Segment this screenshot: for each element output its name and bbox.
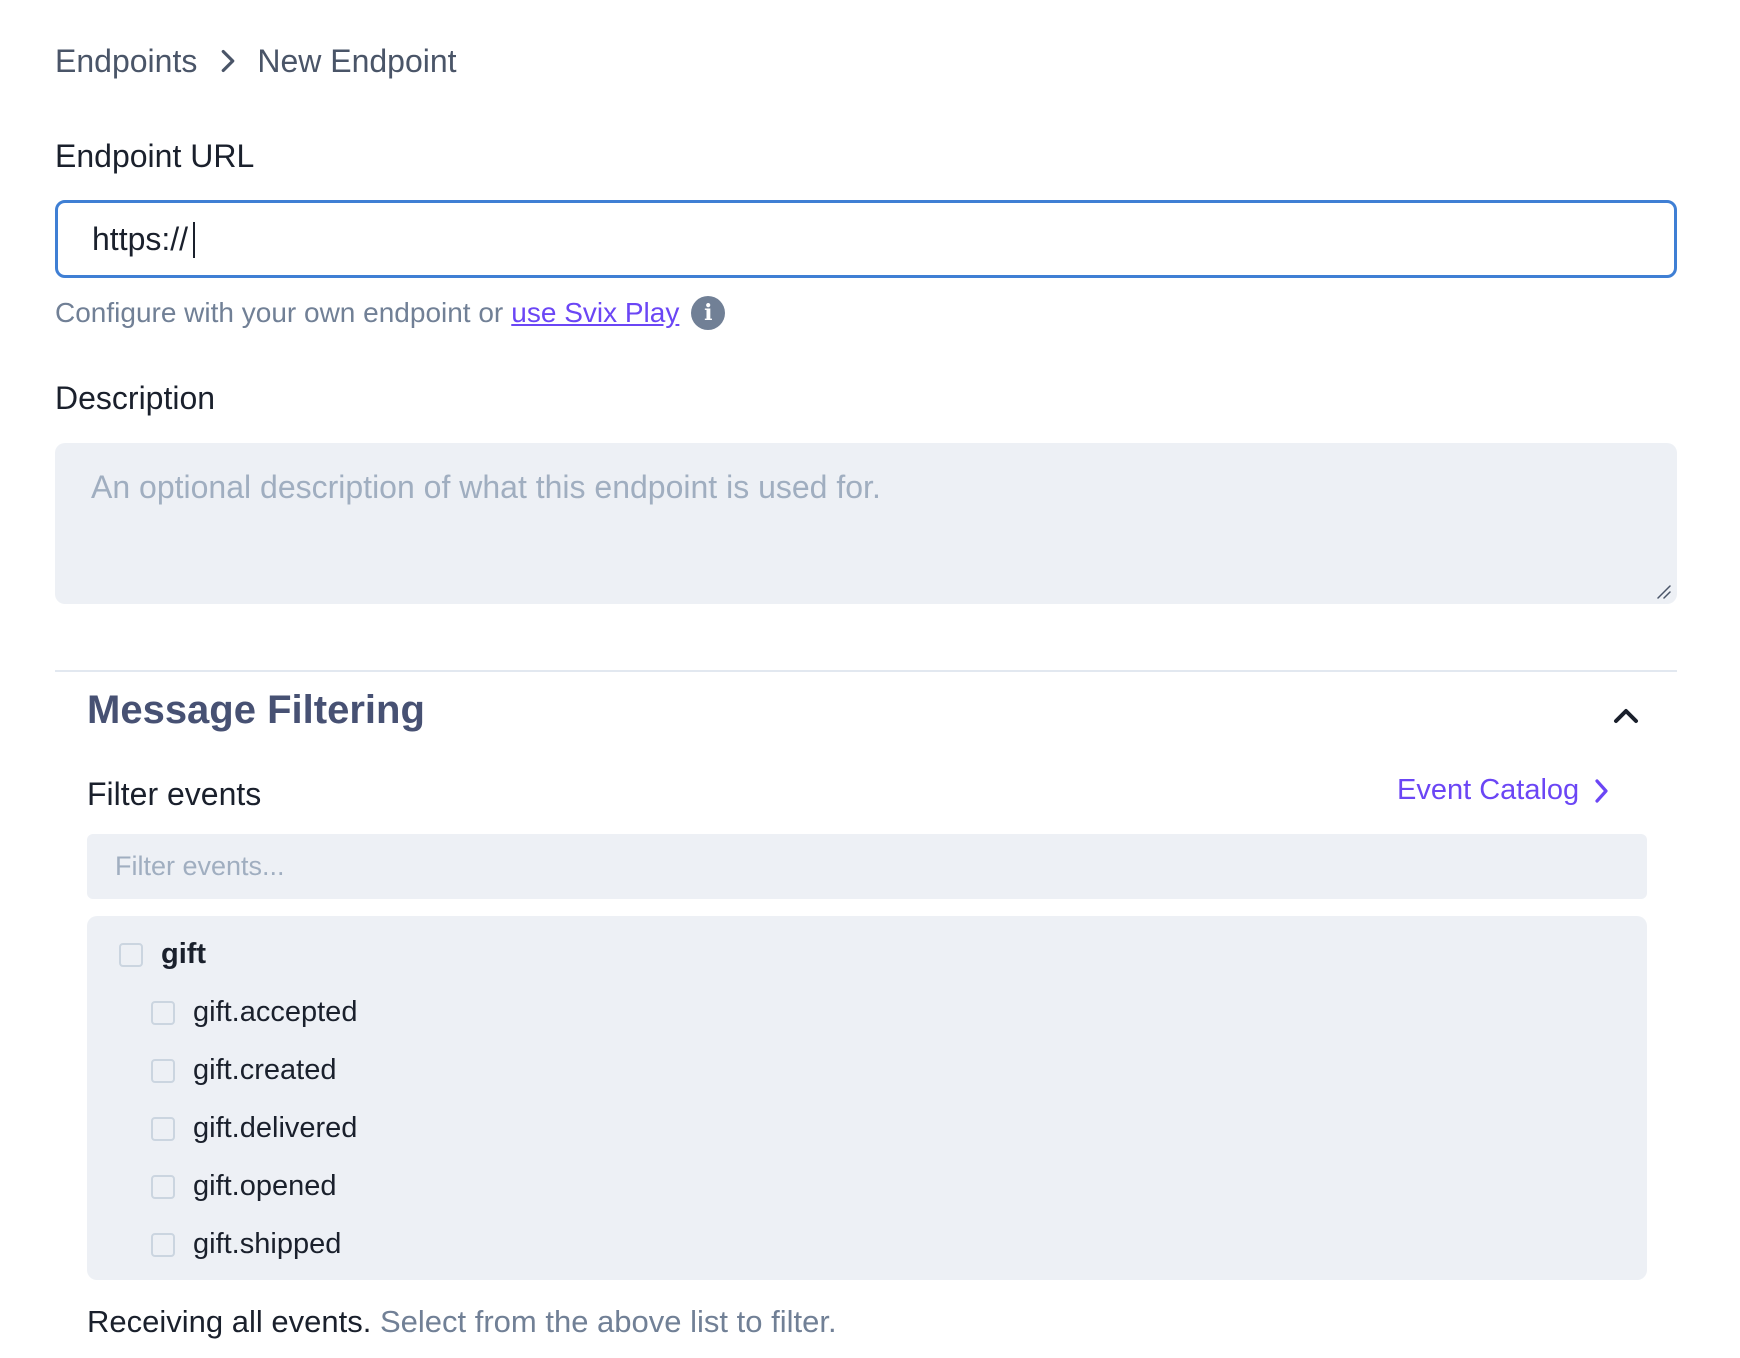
event-label: gift.opened <box>193 1170 337 1202</box>
summary-text: Select from the above list to filter. <box>379 1304 837 1339</box>
checkbox[interactable] <box>151 1116 175 1141</box>
checkbox[interactable] <box>151 1058 175 1083</box>
description-textarea[interactable] <box>55 443 1677 604</box>
resize-handle-icon[interactable] <box>1655 583 1671 599</box>
filter-summary: Receiving all events. Select from the ab… <box>87 1304 837 1340</box>
breadcrumb-endpoints-link[interactable]: Endpoints <box>55 43 197 80</box>
text-caret <box>193 222 195 258</box>
use-svix-play-link[interactable]: use Svix Play <box>511 297 679 329</box>
list-item[interactable]: gift.shipped <box>151 1228 341 1261</box>
description-label: Description <box>55 380 216 416</box>
message-filtering-title: Message Filtering <box>87 688 425 732</box>
event-label: gift.shipped <box>193 1228 342 1260</box>
breadcrumb-current: New Endpoint <box>257 42 457 79</box>
endpoint-url-helper: Configure with your own endpoint or use … <box>55 296 726 330</box>
endpoint-url-label: Endpoint URL <box>55 138 255 174</box>
checkbox[interactable] <box>151 1174 175 1199</box>
list-item[interactable]: gift.delivered <box>151 1112 357 1145</box>
chevron-up-icon[interactable] <box>1606 696 1646 736</box>
event-catalog-link[interactable]: Event Catalog <box>1397 774 1613 807</box>
breadcrumb: Endpoints New Endpoint <box>55 42 457 80</box>
event-label: gift.accepted <box>193 996 358 1028</box>
section-divider <box>55 670 1677 672</box>
checkbox[interactable] <box>119 942 143 967</box>
list-item[interactable]: gift.accepted <box>151 996 357 1029</box>
filter-events-label: Filter events <box>87 776 262 812</box>
chevron-right-icon <box>221 49 235 73</box>
helper-text: Configure with your own endpoint or <box>55 297 504 328</box>
list-item[interactable]: gift.opened <box>151 1170 337 1203</box>
event-catalog-label: Event Catalog <box>1397 774 1580 806</box>
event-group-label: gift <box>161 938 207 970</box>
filter-events-input[interactable] <box>87 834 1647 899</box>
checkbox[interactable] <box>151 1232 175 1257</box>
list-item[interactable]: gift.created <box>151 1054 336 1087</box>
chevron-right-icon <box>1595 778 1608 803</box>
event-label: gift.created <box>193 1054 337 1086</box>
event-label: gift.delivered <box>193 1112 358 1144</box>
event-type-list: gift gift.accepted gift.created gift.del… <box>87 916 1647 1280</box>
checkbox[interactable] <box>151 1000 175 1025</box>
info-icon[interactable]: i <box>691 296 726 330</box>
endpoint-url-input[interactable] <box>55 200 1677 278</box>
list-item-group-gift[interactable]: gift <box>119 938 206 971</box>
summary-strong: Receiving all events. <box>87 1304 372 1339</box>
